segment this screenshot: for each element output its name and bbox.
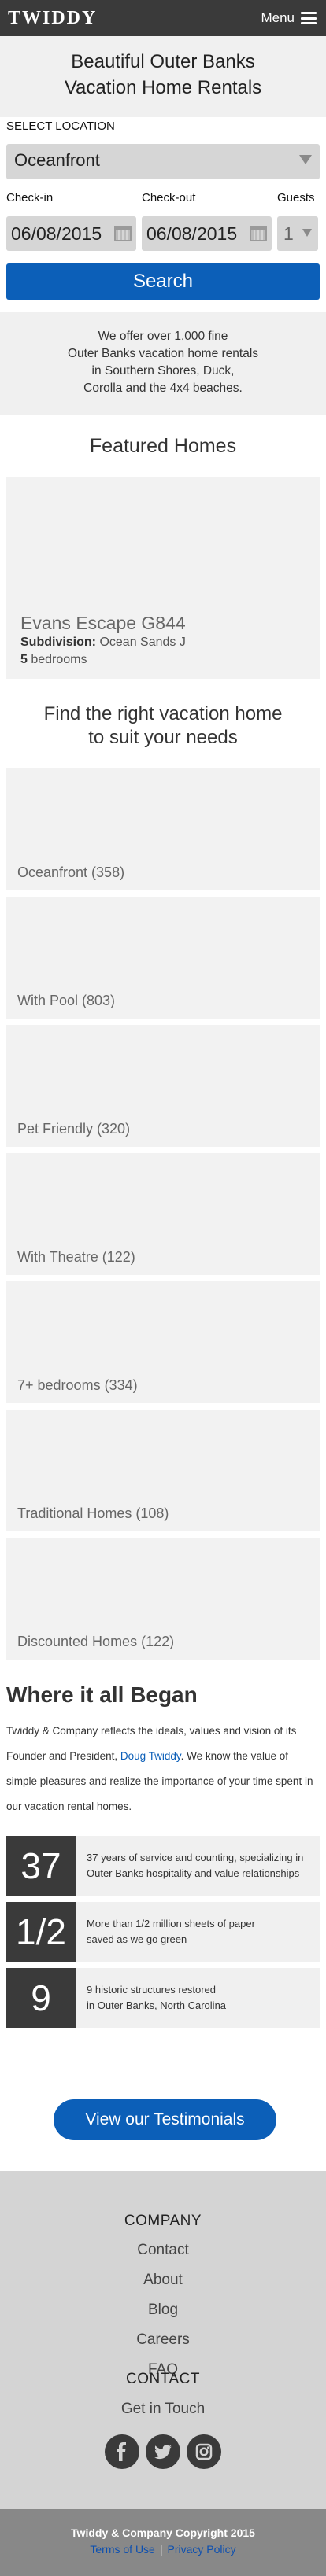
dropdown-arrow-icon [299,155,312,164]
category-label: Traditional Homes (108) [17,1505,169,1521]
checkout-label: Check-out [142,191,196,205]
hamburger-icon [301,12,317,24]
featured-home-card[interactable]: Evans Escape G844 Subdivision: Ocean San… [6,477,320,679]
legal-separator: | [159,2543,163,2556]
guests-value: 1 [283,223,294,244]
category-card-oceanfront[interactable]: Oceanfront (358) [6,768,320,890]
stat-text: More than 1/2 million sheets of paper sav… [87,1918,255,1945]
stat-text: 9 historic structures restored in Outer B… [87,1984,227,2011]
checkout-field[interactable]: 06/08/2015 [142,216,272,251]
search-button[interactable]: Search [6,263,320,300]
checkin-field[interactable]: 06/08/2015 [6,216,136,251]
dropdown-arrow-icon [302,229,312,237]
stat-number: 9 [6,1968,76,2028]
category-label: Oceanfront (358) [17,864,125,880]
history-title: Where it all Began [6,1682,198,1707]
checkout-value: 06/08/2015 [146,223,238,244]
category-card-theatre[interactable]: With Theatre (122) [6,1153,320,1275]
copyright-text: Twiddy & Company Copyright 2015 [71,2526,255,2539]
stat-number: 37 [6,1836,76,1896]
category-label: Discounted Homes (122) [17,1634,175,1649]
footer-link-careers[interactable]: Careers [0,2331,326,2349]
guests-label: Guests [277,191,315,205]
location-label: SELECT LOCATION [6,120,115,133]
get-in-touch-link[interactable]: Get in Touch [0,2401,326,2418]
find-home-title: Find the right vacation home to suit you… [43,703,283,748]
checkin-label: Check-in [6,191,54,205]
location-select[interactable]: Oceanfront [6,144,320,179]
featured-home-name: Evans Escape G844 [20,613,186,633]
calendar-icon[interactable] [250,226,267,241]
logo[interactable]: TWIDDY [8,8,97,28]
calendar-icon[interactable] [114,226,132,241]
stat-paper: 1/2 More than 1/2 million sheets of pape… [6,1902,320,1962]
category-label: With Pool (803) [17,993,116,1008]
intro-text: We offer over 1,000 fine Outer Banks vac… [67,330,259,395]
company-heading: COMPANY [124,2213,202,2229]
stat-number: 1/2 [6,1902,76,1962]
category-card-pool[interactable]: With Pool (803) [6,897,320,1019]
history-text: Twiddy & Company reflects the ideals, va… [6,1725,313,1812]
category-label: With Theatre (122) [17,1249,135,1265]
featured-homes-title: Featured Homes [89,435,237,457]
category-label: Pet Friendly (320) [17,1121,131,1137]
category-card-pet-friendly[interactable]: Pet Friendly (320) [6,1025,320,1147]
stat-structures: 9 9 historic structures restored in Outer… [6,1968,320,2028]
legal-links: Terms of Use | Privacy Policy [0,2543,326,2556]
menu-label: Menu [261,10,295,25]
menu-button[interactable]: Menu [261,8,317,28]
location-value: Oceanfront [14,150,100,170]
top-bar: TWIDDY Menu [0,0,326,36]
featured-home-bedrooms: 5 bedrooms [20,653,87,666]
intro-panel: We offer over 1,000 fine Outer Banks vac… [0,312,326,415]
testimonials-button[interactable]: View our Testimonials [54,2099,276,2140]
category-card-bedrooms[interactable]: 7+ bedrooms (334) [6,1281,320,1403]
bottom-bar: Twiddy & Company Copyright 2015 Terms of… [0,2509,326,2576]
instagram-icon[interactable] [187,2434,221,2469]
terms-link[interactable]: Terms of Use [90,2543,154,2556]
category-card-traditional[interactable]: Traditional Homes (108) [6,1410,320,1531]
facebook-icon[interactable] [105,2434,139,2469]
hero-title: Beautiful Outer Banks Vacation Home Rent… [64,51,262,98]
category-card-discounted[interactable]: Discounted Homes (122) [6,1538,320,1660]
founder-link[interactable]: Doug Twiddy [120,1750,181,1762]
contact-heading: CONTACT [126,2371,200,2387]
guests-select[interactable]: 1 [277,216,318,251]
hero-banner: Beautiful Outer Banks Vacation Home Rent… [0,36,326,117]
stat-years: 37 37 years of service and counting, spe… [6,1836,320,1896]
privacy-link[interactable]: Privacy Policy [167,2543,235,2556]
stat-text: 37 years of service and counting, specia… [87,1852,304,1879]
footer-link-about[interactable]: About [0,2272,326,2289]
footer-link-blog[interactable]: Blog [0,2301,326,2319]
twitter-icon[interactable] [146,2434,180,2469]
category-label: 7+ bedrooms (334) [17,1377,138,1393]
checkin-value: 06/08/2015 [11,223,102,244]
footer-link-contact[interactable]: Contact [0,2242,326,2259]
featured-home-subdivision: Subdivision: Ocean Sands J [20,636,186,649]
